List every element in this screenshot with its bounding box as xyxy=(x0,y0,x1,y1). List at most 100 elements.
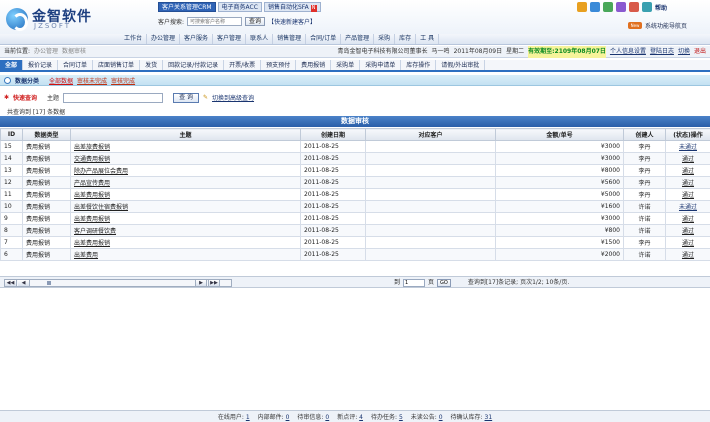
cell-operation[interactable]: 通过 xyxy=(665,188,710,201)
menu-contracts[interactable]: 合同/订单 xyxy=(306,34,342,44)
scroll-first-icon[interactable]: ◀◀ xyxy=(5,280,17,286)
tab-quotes[interactable]: 报价记录 xyxy=(23,60,59,70)
login-log-link[interactable]: 登陆日志 xyxy=(650,46,674,58)
breadcrumb-office[interactable]: 办公管理 xyxy=(34,46,58,58)
tab-store-orders[interactable]: 店面销售订单 xyxy=(93,60,141,70)
table-row[interactable]: 14 费用报销 交通费用报销 2011-08-25 ¥3000 李丹 通过 xyxy=(0,152,710,165)
col-date[interactable]: 创建日期 xyxy=(300,128,366,141)
menu-purchase[interactable]: 采购 xyxy=(374,34,396,44)
cell-subject[interactable]: 交通费用报销 xyxy=(70,152,301,165)
status-internal-mail-value[interactable]: 0 xyxy=(286,414,290,421)
go-button[interactable]: GO xyxy=(437,279,451,287)
personal-settings-link[interactable]: 个人信息设置 xyxy=(610,46,646,58)
contacts-icon[interactable] xyxy=(603,2,613,12)
col-type[interactable]: 数据类型 xyxy=(22,128,71,141)
table-row[interactable]: 6 费用报销 出差费用 2011-08-25 ¥2000 许诺 通过 xyxy=(0,248,710,261)
menu-products[interactable]: 产品管理 xyxy=(341,34,375,44)
customer-search-input[interactable] xyxy=(187,17,243,26)
menu-customer-management[interactable]: 客户管理 xyxy=(213,34,247,44)
tab-invoices[interactable]: 开票/收票 xyxy=(224,60,262,70)
customer-search-button[interactable]: 查询 xyxy=(245,17,266,26)
cell-operation[interactable]: 通过 xyxy=(665,236,710,249)
message-icon[interactable] xyxy=(590,2,600,12)
help-link[interactable]: 帮助 xyxy=(655,3,667,12)
cell-operation[interactable]: 未通过 xyxy=(665,140,710,153)
cell-subject[interactable]: 出差旅费报销 xyxy=(70,140,301,153)
home-icon[interactable] xyxy=(577,2,587,12)
tab-expenses[interactable]: 费用报销 xyxy=(296,60,332,70)
tab-all[interactable]: 全部 xyxy=(0,60,24,70)
logout-link[interactable]: 退出 xyxy=(694,46,706,58)
quick-create-customer-link[interactable]: 【快速新建客户】 xyxy=(268,17,316,26)
product-tab-sfa[interactable]: 销售自动化SFA N xyxy=(263,2,321,12)
tab-advances[interactable]: 预支预付 xyxy=(261,60,297,70)
menu-inventory[interactable]: 库存 xyxy=(395,34,417,44)
subject-input[interactable] xyxy=(63,92,164,103)
menu-tools[interactable]: 工 具 xyxy=(416,34,440,44)
system-navigation-link[interactable]: New 系统功能导航页 xyxy=(628,21,687,30)
cell-operation[interactable]: 未通过 xyxy=(665,200,710,213)
cell-subject[interactable]: 客户调研餐饮费 xyxy=(70,224,301,237)
table-row[interactable]: 9 费用报销 出差费用报销 2011-08-25 ¥3000 许诺 通过 xyxy=(0,212,710,225)
table-row[interactable]: 11 费用报销 出差费用报销 2011-08-25 ¥5000 李丹 通过 xyxy=(0,188,710,201)
calendar-icon[interactable] xyxy=(616,2,626,12)
tab-purchase-orders[interactable]: 采购单 xyxy=(331,60,361,70)
cell-operation[interactable]: 通过 xyxy=(665,164,710,177)
cell-operation[interactable]: 通过 xyxy=(665,152,710,165)
mail-icon[interactable] xyxy=(629,2,639,12)
breadcrumb-data-audit[interactable]: 数据审核 xyxy=(62,46,86,58)
status-todo-tasks-value[interactable]: 5 xyxy=(399,414,403,421)
query-button[interactable]: 查 询 xyxy=(173,92,199,103)
tab-payments[interactable]: 回款记录/付款记录 xyxy=(163,60,225,70)
col-operation[interactable]: (状态)操作 xyxy=(665,128,710,141)
cell-subject[interactable]: 出差费用报销 xyxy=(70,212,301,225)
status-pending-audit-value[interactable]: 0 xyxy=(325,414,329,421)
category-audit-done[interactable]: 审核完成 xyxy=(111,76,135,85)
cell-operation[interactable]: 通过 xyxy=(665,224,710,237)
tab-leave-approval[interactable]: 请假/外出审批 xyxy=(436,60,486,70)
scroll-thumb[interactable] xyxy=(47,281,51,285)
table-row[interactable]: 13 费用报销 除办产品展位会费用 2011-08-25 ¥8000 李丹 通过 xyxy=(0,164,710,177)
status-pending-inventory-value[interactable]: 31 xyxy=(485,414,493,421)
menu-sales[interactable]: 销售管理 xyxy=(273,34,307,44)
cell-subject[interactable]: 出差费用报销 xyxy=(70,188,301,201)
category-all-data[interactable]: 全部数据 xyxy=(49,76,73,85)
switch-user-link[interactable]: 切换 xyxy=(678,46,690,58)
cell-subject[interactable]: 出差费用报销 xyxy=(70,236,301,249)
settings-icon[interactable] xyxy=(642,2,652,12)
menu-office[interactable]: 办公管理 xyxy=(147,34,181,44)
horizontal-scrollbar[interactable]: ◀◀ ◀ ▶ ▶▶ xyxy=(4,279,232,287)
cell-subject[interactable]: 除办产品展位会费用 xyxy=(70,164,301,177)
advanced-query-link[interactable]: 切换到高级查询 xyxy=(212,93,254,102)
cell-operation[interactable]: 通过 xyxy=(665,212,710,225)
tab-inventory[interactable]: 库存操作 xyxy=(401,60,437,70)
category-audit-pending[interactable]: 审核未完成 xyxy=(77,76,107,85)
status-new-comments-value[interactable]: 4 xyxy=(359,414,363,421)
table-row[interactable]: 15 费用报销 出差旅费报销 2011-08-25 ¥3000 李丹 未通过 xyxy=(0,140,710,153)
col-amount[interactable]: 金额/单号 xyxy=(495,128,624,141)
table-row[interactable]: 7 费用报销 出差费用报销 2011-08-25 ¥1500 李丹 通过 xyxy=(0,236,710,249)
tab-purchase-requests[interactable]: 采购申请单 xyxy=(360,60,402,70)
status-unread-notices-value[interactable]: 0 xyxy=(439,414,443,421)
table-row[interactable]: 12 费用报销 产品宣传费用 2011-08-25 ¥5600 李丹 通过 xyxy=(0,176,710,189)
col-creator[interactable]: 创建人 xyxy=(623,128,666,141)
product-tab-crm[interactable]: 客户关系管理CRM xyxy=(158,2,216,12)
product-tab-acc[interactable]: 电子商务ACC xyxy=(217,2,262,12)
table-row[interactable]: 10 费用报销 出差餐饮住宿费报销 2011-08-25 ¥1600 许诺 未通过 xyxy=(0,200,710,213)
menu-customer-service[interactable]: 客户服务 xyxy=(180,34,214,44)
cell-operation[interactable]: 通过 xyxy=(665,248,710,261)
scroll-last-icon[interactable]: ▶▶ xyxy=(208,280,220,286)
col-id[interactable]: ID xyxy=(0,128,23,141)
scroll-left-icon[interactable]: ◀ xyxy=(18,280,30,286)
cell-subject[interactable]: 出差费用 xyxy=(70,248,301,261)
scroll-right-icon[interactable]: ▶ xyxy=(195,280,207,286)
cell-operation[interactable]: 通过 xyxy=(665,176,710,189)
status-online-users-value[interactable]: 1 xyxy=(246,414,250,421)
menu-contacts[interactable]: 联系人 xyxy=(246,34,274,44)
tab-shipping[interactable]: 发货 xyxy=(140,60,164,70)
cell-subject[interactable]: 产品宣传费用 xyxy=(70,176,301,189)
col-subject[interactable]: 主题 xyxy=(70,128,301,141)
tab-contracts[interactable]: 合同订单 xyxy=(58,60,94,70)
col-customer[interactable]: 对应客户 xyxy=(365,128,496,141)
cell-subject[interactable]: 出差餐饮住宿费报销 xyxy=(70,200,301,213)
